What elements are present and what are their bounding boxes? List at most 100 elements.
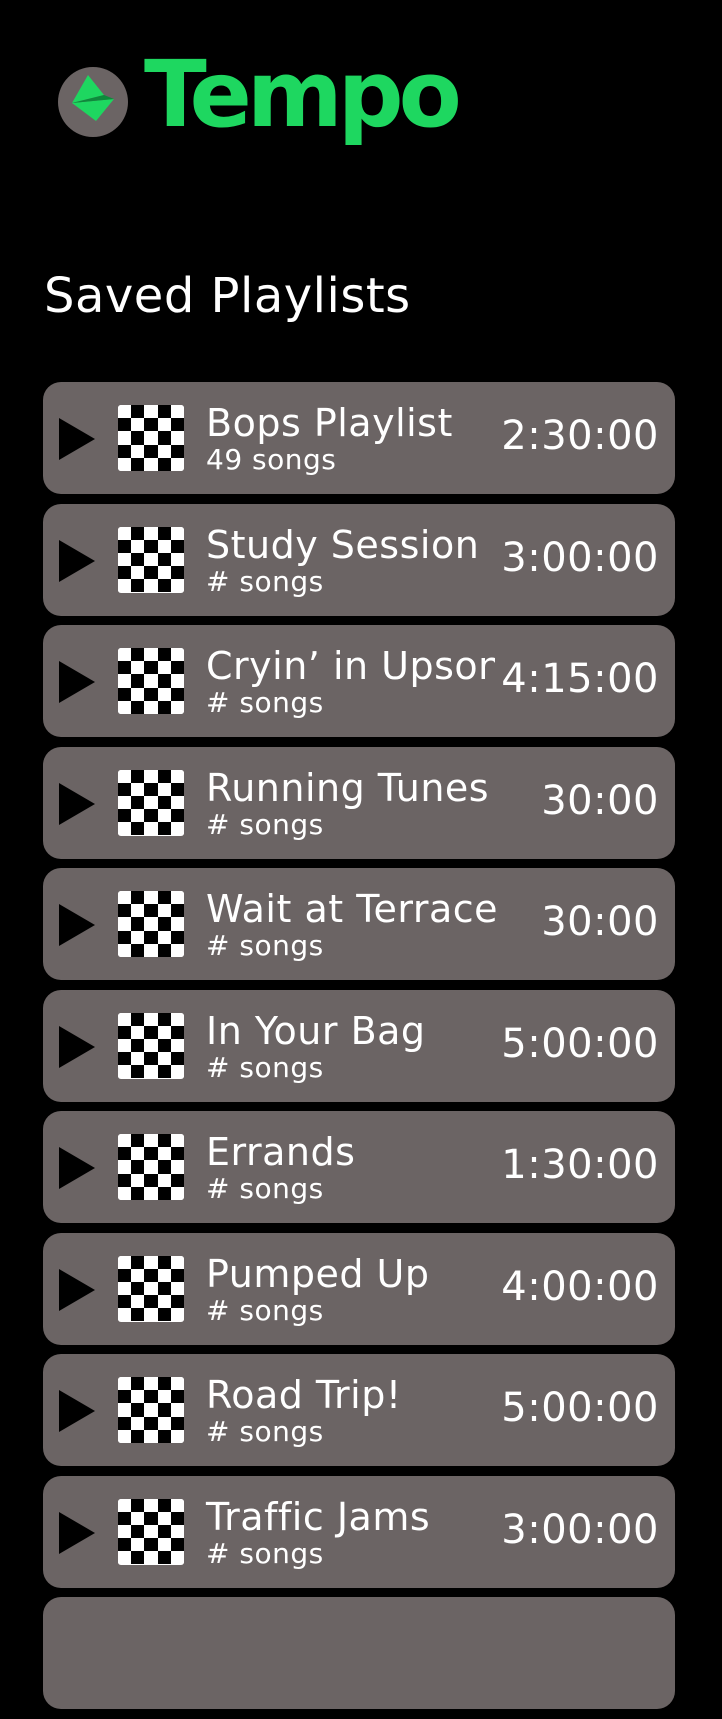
thumbnail-cell xyxy=(131,552,145,567)
playlist-card[interactable]: Wait at Terrace # songs 30:00 xyxy=(43,868,675,980)
thumbnail-cell xyxy=(170,431,184,445)
playlist-card[interactable]: Running Tunes # songs 30:00 xyxy=(43,746,675,859)
thumbnail-cell xyxy=(131,444,145,458)
thumbnail-cell xyxy=(131,1524,145,1539)
thumbnail-cell xyxy=(131,1416,145,1430)
thumbnail-cell xyxy=(118,1295,132,1309)
thumbnail-cell xyxy=(170,917,184,931)
play-button[interactable] xyxy=(51,1380,107,1440)
thumbnail-cell xyxy=(131,822,145,836)
thumbnail-cell xyxy=(118,1498,132,1512)
thumbnail-cell xyxy=(131,566,145,580)
thumbnail-cell xyxy=(170,930,184,944)
thumbnail-cell xyxy=(157,552,171,567)
thumbnail-cell xyxy=(144,648,158,662)
play-icon xyxy=(59,539,95,582)
play-button[interactable] xyxy=(51,773,107,833)
thumbnail-cell xyxy=(170,1390,184,1404)
thumbnail-cell xyxy=(131,687,145,701)
playlist-card[interactable]: Pumped Up # songs 4:00:00 xyxy=(43,1232,675,1345)
thumbnail-cell xyxy=(131,418,145,432)
playlist-thumbnail xyxy=(118,1255,184,1322)
thumbnail-cell xyxy=(144,700,158,714)
playlist-card[interactable]: Traffic Jams # songs 3:00:00 xyxy=(43,1475,675,1588)
play-button[interactable] xyxy=(51,651,107,711)
playlist-card[interactable]: Errands # songs 1:30:00 xyxy=(43,1111,675,1223)
playlist-name: Road Trip! xyxy=(206,1373,402,1417)
thumbnail-cell xyxy=(118,1065,132,1079)
thumbnail-cell xyxy=(118,769,132,783)
thumbnail-cell xyxy=(144,579,158,593)
thumbnail-cell xyxy=(144,1295,158,1309)
thumbnail-cell xyxy=(170,943,184,957)
thumbnail-cell xyxy=(131,1160,145,1174)
thumbnail-cell xyxy=(170,891,184,905)
thumbnail-cell xyxy=(157,809,171,823)
play-button[interactable] xyxy=(51,1137,107,1197)
thumbnail-cell xyxy=(157,700,171,714)
thumbnail-cell xyxy=(157,539,171,553)
play-button[interactable] xyxy=(51,1259,107,1319)
thumbnail-cell xyxy=(144,1524,158,1539)
thumbnail-cell xyxy=(131,769,145,783)
thumbnail-cell xyxy=(118,1403,132,1417)
playlist-thumbnail xyxy=(118,1012,184,1079)
play-button[interactable] xyxy=(51,894,107,954)
thumbnail-cell xyxy=(118,700,132,714)
thumbnail-cell xyxy=(131,457,145,471)
thumbnail-cell xyxy=(157,1160,171,1174)
thumbnail-cell xyxy=(144,444,158,458)
thumbnail-cell xyxy=(118,1511,132,1525)
playlist-duration: 5:00:00 xyxy=(495,1019,659,1068)
playlist-card[interactable]: Road Trip! # songs 5:00:00 xyxy=(43,1354,675,1466)
thumbnail-cell xyxy=(118,1052,132,1066)
thumbnail-cell xyxy=(170,1065,184,1079)
play-button[interactable] xyxy=(51,408,107,468)
thumbnail-cell xyxy=(144,1038,158,1053)
play-button[interactable] xyxy=(51,1016,107,1076)
thumbnail-cell xyxy=(118,1538,132,1552)
thumbnail-cell xyxy=(144,418,158,432)
thumbnail-cell xyxy=(170,769,184,783)
thumbnail-cell xyxy=(131,700,145,714)
thumbnail-cell xyxy=(144,1255,158,1269)
thumbnail-cell xyxy=(144,526,158,540)
thumbnail-cell xyxy=(131,661,145,675)
thumbnail-cell xyxy=(118,1551,132,1565)
playlist-card[interactable]: Cryin’ in Upson # songs 4:15:00 xyxy=(43,625,675,737)
thumbnail-cell xyxy=(131,1281,145,1296)
playlist-card[interactable]: Bops Playlist 49 songs 2:30:00 xyxy=(43,382,675,494)
thumbnail-cell xyxy=(170,539,184,553)
thumbnail-cell xyxy=(170,1025,184,1039)
playlist-duration: 2:30:00 xyxy=(495,412,659,460)
thumbnail-cell xyxy=(170,418,184,432)
thumbnail-cell xyxy=(118,526,132,540)
thumbnail-cell xyxy=(157,795,171,810)
playlist-duration: 3:00:00 xyxy=(495,1505,659,1554)
thumbnail-cell xyxy=(157,822,171,836)
playlist-card[interactable]: In Your Bag # songs 5:00:00 xyxy=(43,989,675,1102)
thumbnail-cell xyxy=(131,674,145,688)
thumbnail-cell xyxy=(157,1511,171,1525)
thumbnail-cell xyxy=(144,552,158,567)
playlist-name: Wait at Terrace xyxy=(206,887,498,931)
thumbnail-cell xyxy=(157,1268,171,1282)
thumbnail-cell xyxy=(170,1186,184,1200)
playlist-card-partial[interactable] xyxy=(43,1597,675,1709)
thumbnail-cell xyxy=(118,1268,132,1282)
thumbnail-cell xyxy=(144,1173,158,1187)
thumbnail-cell xyxy=(144,1403,158,1417)
thumbnail-cell xyxy=(157,457,171,471)
thumbnail-cell xyxy=(118,1308,132,1322)
play-button[interactable] xyxy=(51,1502,107,1562)
thumbnail-cell xyxy=(144,1390,158,1404)
playlist-thumbnail xyxy=(118,1377,184,1443)
thumbnail-cell xyxy=(131,1052,145,1066)
play-icon xyxy=(59,418,95,460)
thumbnail-cell xyxy=(118,579,132,593)
play-button[interactable] xyxy=(51,530,107,590)
thumbnail-cell xyxy=(144,661,158,675)
playlist-card[interactable]: Study Session # songs 3:00:00 xyxy=(43,503,675,616)
thumbnail-cell xyxy=(157,1147,171,1161)
thumbnail-cell xyxy=(170,661,184,675)
